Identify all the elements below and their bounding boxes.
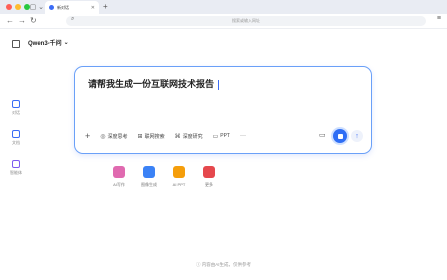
- suggestion-label: AI PPT: [172, 182, 186, 187]
- research-icon: ⌘: [174, 133, 181, 140]
- tab-close-icon[interactable]: ✕: [91, 5, 95, 11]
- tool-label: 深度思考: [107, 133, 128, 140]
- model-name: Qwen3-千问: [28, 41, 62, 47]
- browser-tabbar: ▢ ⌄ 新对话 ✕ +: [0, 0, 447, 14]
- suggestion-image[interactable]: 图像生成: [137, 166, 161, 188]
- tool-web-search[interactable]: ⊞ 联网搜索: [138, 133, 165, 140]
- url-placeholder: 搜索或输入网址: [232, 18, 260, 23]
- window-controls: [6, 4, 30, 10]
- document-icon: [12, 130, 20, 138]
- suggestion-label: 图像生成: [141, 182, 157, 187]
- tool-label: 深度研究: [182, 133, 203, 140]
- tool-label: 联网搜索: [144, 133, 165, 140]
- minimize-window-button[interactable]: [15, 4, 21, 10]
- prompt-text: 请帮我生成一份互联网技术报告: [88, 79, 215, 89]
- sidebar-collapse-icon[interactable]: [12, 40, 20, 48]
- disclaimer: ⓘ 内容由AI生成，仅供参考: [0, 262, 447, 268]
- sidebar-item-agent[interactable]: 智能体: [6, 160, 26, 176]
- writing-icon: [113, 166, 125, 178]
- back-icon[interactable]: ←: [6, 16, 14, 25]
- suggestion-label: AI写作: [113, 182, 125, 187]
- send-button[interactable]: ↑: [351, 130, 363, 142]
- add-attachment-icon[interactable]: +: [85, 131, 90, 141]
- prompt-input[interactable]: 请帮我生成一份互联网技术报告: [88, 77, 220, 90]
- forward-icon[interactable]: →: [18, 16, 26, 25]
- stop-generation-button[interactable]: [333, 129, 347, 143]
- url-input[interactable]: ⌕ 搜索或输入网址: [66, 16, 426, 26]
- tool-ppt[interactable]: ▭ PPT: [213, 133, 230, 140]
- agent-icon: [12, 160, 20, 168]
- chat-input-box[interactable]: 请帮我生成一份互联网技术报告 + ◎ 深度思考 ⊞ 联网搜索 ⌘ 深度研究 ▭ PPT …: [74, 66, 372, 154]
- new-tab-button[interactable]: +: [103, 2, 108, 11]
- sidebar-item-label: 智能体: [10, 170, 22, 175]
- tab-title: 新对话: [57, 4, 69, 10]
- brain-icon: ◎: [100, 133, 106, 140]
- suggestion-label: 更多: [205, 182, 213, 187]
- ppt-icon: ▭: [212, 133, 219, 140]
- sidebar-item-label: 文档: [12, 140, 20, 145]
- image-icon: [143, 166, 155, 178]
- browser-menu-icon[interactable]: ≡: [437, 15, 441, 22]
- chevron-down-icon: ⌄: [63, 40, 69, 46]
- model-selector[interactable]: Qwen3-千问 ⌄: [28, 38, 69, 47]
- browser-tab[interactable]: 新对话 ✕: [45, 1, 99, 14]
- tool-deep-research[interactable]: ⌘ 深度研究: [175, 133, 203, 140]
- tab-favicon-icon: [49, 5, 54, 10]
- text-caret: [218, 79, 220, 90]
- globe-icon: ⊞: [137, 133, 143, 140]
- reload-icon[interactable]: ↻: [30, 16, 37, 25]
- sidebar-item-docs[interactable]: 文档: [6, 130, 26, 146]
- sidebar-item-label: 对话: [12, 110, 20, 115]
- tool-row: + ◎ 深度思考 ⊞ 联网搜索 ⌘ 深度研究 ▭ PPT ···: [85, 131, 246, 141]
- more-tools-icon[interactable]: ···: [240, 133, 246, 139]
- sidebar-item-chat[interactable]: 对话: [6, 100, 26, 116]
- disclaimer-text: 内容由AI生成，仅供参考: [201, 262, 252, 267]
- tool-deep-think[interactable]: ◎ 深度思考: [100, 133, 127, 140]
- suggestion-more[interactable]: 更多: [197, 166, 221, 188]
- more-apps-icon: [203, 166, 215, 178]
- screen-share-icon[interactable]: ▭: [319, 131, 326, 139]
- suggestion-ai-writing[interactable]: AI写作: [107, 166, 131, 188]
- suggestion-ppt[interactable]: AI PPT: [167, 166, 191, 187]
- slides-icon: [173, 166, 185, 178]
- close-window-button[interactable]: [6, 4, 12, 10]
- stop-icon: [337, 133, 343, 139]
- tool-label: PPT: [220, 133, 230, 139]
- chat-icon: [12, 100, 20, 108]
